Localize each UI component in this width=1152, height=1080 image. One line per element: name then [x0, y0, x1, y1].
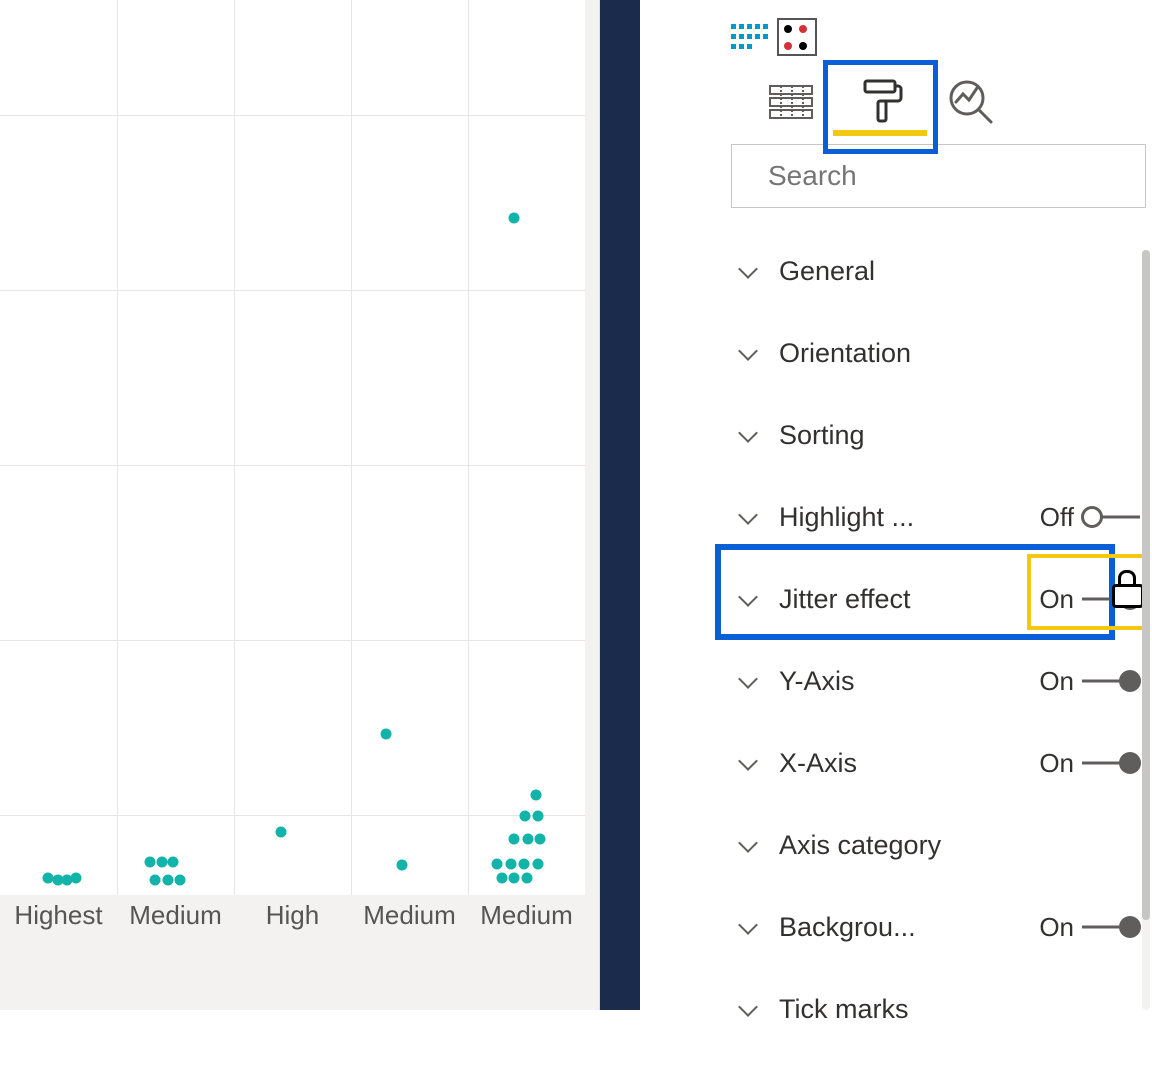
data-point[interactable] [150, 875, 161, 886]
chevron-down-icon [737, 588, 759, 610]
x-axis-label: Medium [117, 900, 234, 950]
prop-label: Orientation [779, 338, 1140, 369]
x-axis-labels: Highest Medium High Medium Medium [0, 900, 585, 950]
data-point[interactable] [497, 873, 508, 884]
prop-row-tick-marks[interactable]: Tick marks [725, 968, 1152, 1050]
chevron-down-icon [737, 424, 759, 446]
active-tab-underline [833, 130, 927, 136]
data-point[interactable] [506, 859, 517, 870]
data-point[interactable] [492, 859, 503, 870]
chevron-down-icon [737, 834, 759, 856]
gridline [0, 115, 585, 116]
panel-tabs [725, 66, 1152, 140]
data-point[interactable] [535, 834, 546, 845]
prop-label: Tick marks [779, 994, 1140, 1025]
data-point[interactable] [381, 729, 392, 740]
data-point[interactable] [175, 875, 186, 886]
gridline [468, 0, 469, 895]
toggle-jitter-effect[interactable] [1082, 589, 1140, 609]
gridline [0, 290, 585, 291]
toggle-backgrou[interactable] [1082, 917, 1140, 937]
data-point[interactable] [157, 857, 168, 868]
data-point[interactable] [168, 857, 179, 868]
prop-label: X-Axis [779, 748, 1039, 779]
format-tab-icon[interactable] [849, 70, 913, 134]
chevron-down-icon [737, 506, 759, 528]
prop-label: General [779, 256, 1140, 287]
format-property-list: General Orientation Sorting Highlight ...Of… [725, 230, 1152, 1050]
data-point[interactable] [509, 873, 520, 884]
gridline [0, 815, 585, 816]
x-axis-label: Highest [0, 900, 117, 950]
data-point[interactable] [533, 859, 544, 870]
toggle-state-label: On [1039, 666, 1074, 697]
x-axis-label: High [234, 900, 351, 950]
chevron-down-icon [737, 752, 759, 774]
analytics-tab-icon[interactable] [939, 70, 1003, 134]
prop-row-sorting[interactable]: Sorting [725, 394, 1152, 476]
toggle-state-label: Off [1040, 502, 1074, 533]
visual-type-dotplot-icon[interactable] [777, 18, 817, 56]
data-point[interactable] [71, 873, 82, 884]
data-point[interactable] [509, 834, 520, 845]
toggle-state-label: On [1039, 912, 1074, 943]
gridline [351, 0, 352, 895]
toggle-highlight[interactable] [1082, 507, 1140, 527]
data-point[interactable] [522, 873, 533, 884]
gridline [0, 465, 585, 466]
toggle-y-axis[interactable] [1082, 671, 1140, 691]
pane-divider [600, 0, 640, 1080]
spacer [640, 0, 725, 1080]
format-panel: General Orientation Sorting Highlight ...Of… [725, 0, 1152, 1080]
dot-plot-visual[interactable] [0, 0, 585, 895]
data-point[interactable] [163, 875, 174, 886]
prop-row-jitter-effect[interactable]: Jitter effectOn [725, 558, 1152, 640]
gridline [0, 640, 585, 641]
prop-row-x-axis[interactable]: X-AxisOn [725, 722, 1152, 804]
format-search-input[interactable] [768, 160, 1129, 192]
data-point[interactable] [523, 834, 534, 845]
gridline [117, 0, 118, 895]
chevron-down-icon [737, 670, 759, 692]
prop-row-highlight[interactable]: Highlight ...Off [725, 476, 1152, 558]
chevron-down-icon [737, 342, 759, 364]
toggle-state-label: On [1039, 584, 1074, 615]
prop-row-orientation[interactable]: Orientation [725, 312, 1152, 394]
toggle-state-label: On [1039, 748, 1074, 779]
chevron-down-icon [737, 916, 759, 938]
prop-label: Jitter effect [779, 584, 1039, 615]
prop-row-y-axis[interactable]: Y-AxisOn [725, 640, 1152, 722]
data-point[interactable] [519, 859, 530, 870]
prop-label: Highlight ... [779, 502, 1040, 533]
gridline [234, 0, 235, 895]
data-point[interactable] [533, 811, 544, 822]
chevron-down-icon [737, 998, 759, 1020]
prop-label: Axis category [779, 830, 1140, 861]
prop-row-backgrou[interactable]: Backgrou...On [725, 886, 1152, 968]
prop-row-general[interactable]: General [725, 230, 1152, 312]
format-search[interactable] [731, 144, 1146, 208]
data-point[interactable] [531, 790, 542, 801]
x-axis-label: Medium [351, 900, 468, 950]
visual-type-matrix-icon[interactable] [729, 18, 769, 56]
data-point[interactable] [509, 213, 520, 224]
data-point[interactable] [145, 857, 156, 868]
data-point[interactable] [276, 827, 287, 838]
chevron-down-icon [737, 260, 759, 282]
scrollbar-thumb[interactable] [1142, 250, 1150, 920]
data-point[interactable] [397, 860, 408, 871]
prop-row-axis-category[interactable]: Axis category [725, 804, 1152, 886]
fields-tab-icon[interactable] [759, 70, 823, 134]
prop-label: Sorting [779, 420, 1140, 451]
visualization-palette-row [725, 0, 1152, 66]
prop-label: Y-Axis [779, 666, 1039, 697]
x-axis-label: Medium [468, 900, 585, 950]
toggle-x-axis[interactable] [1082, 753, 1140, 773]
report-canvas[interactable]: Highest Medium High Medium Medium [0, 0, 600, 1010]
prop-label: Backgrou... [779, 912, 1039, 943]
data-point[interactable] [520, 811, 531, 822]
